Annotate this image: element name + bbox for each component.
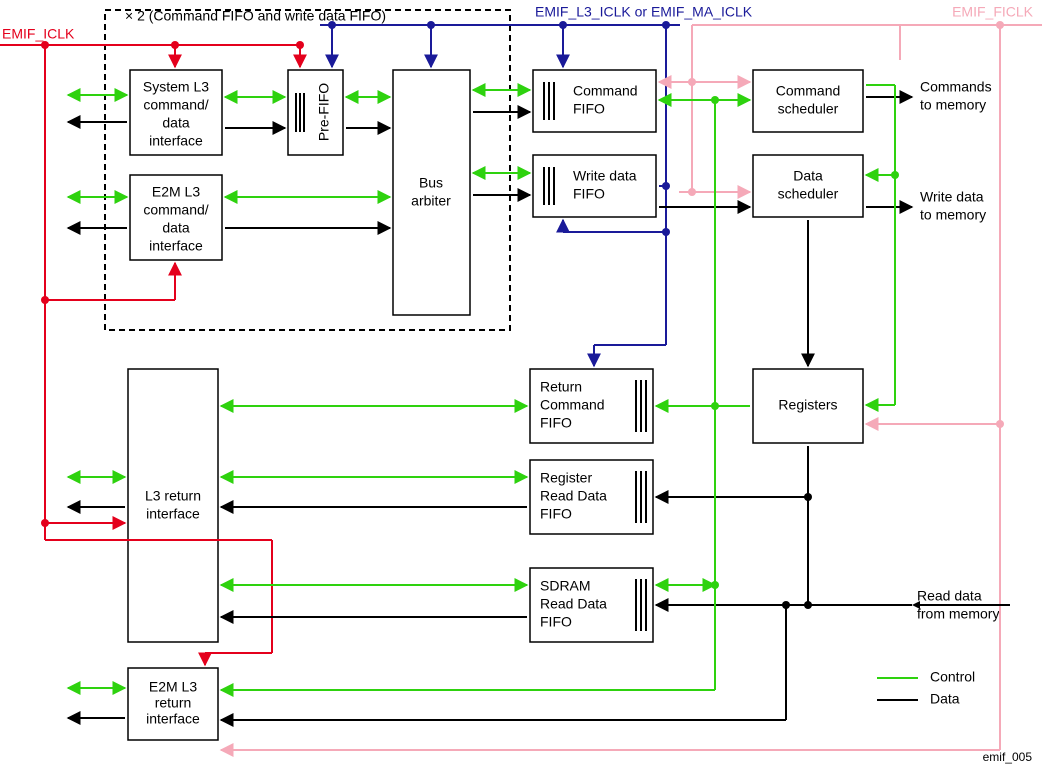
svg-text:to memory: to memory: [920, 97, 986, 113]
register-read-data-fifo-block: Register Read Data FIFO: [530, 460, 653, 534]
svg-text:data: data: [162, 115, 189, 131]
write-data-to-memory-label: Write data: [920, 189, 984, 205]
svg-text:Pre-FIFO: Pre-FIFO: [316, 83, 332, 141]
bus-arbiter-block: Bus arbiter: [393, 70, 470, 315]
sdram-read-data-fifo-block: SDRAM Read Data FIFO: [530, 568, 653, 642]
svg-text:Command: Command: [573, 83, 638, 99]
svg-text:scheduler: scheduler: [778, 186, 839, 202]
svg-text:scheduler: scheduler: [778, 101, 839, 117]
system-l3-block: System L3 command/ data interface: [130, 70, 222, 155]
l3-return-links: [221, 406, 527, 617]
clock-emif-ficlk: EMIF_FICLK: [952, 4, 1034, 20]
svg-text:interface: interface: [149, 238, 203, 254]
return-cmd-fifo-block: Return Command FIFO: [530, 369, 653, 443]
svg-text:Return: Return: [540, 379, 582, 395]
svg-text:interface: interface: [149, 133, 203, 149]
svg-text:to memory: to memory: [920, 207, 986, 223]
footer-id: emif_005: [983, 750, 1033, 764]
svg-text:Command: Command: [540, 397, 605, 413]
svg-text:interface: interface: [146, 711, 200, 727]
e2m-return-block: E2M L3 return interface: [128, 668, 218, 740]
svg-text:Write data: Write data: [573, 168, 637, 184]
l3-return-block: L3 return interface: [128, 369, 218, 642]
svg-text:Read Data: Read Data: [540, 596, 607, 612]
command-fifo-block: Command FIFO: [533, 70, 656, 132]
clock-emif-iclk: EMIF_ICLK: [2, 26, 75, 42]
svg-text:interface: interface: [146, 506, 200, 522]
svg-text:E2M L3: E2M L3: [152, 184, 200, 200]
fifos-to-schedulers: [659, 100, 750, 207]
read-data-from-memory-label: Read data: [917, 588, 982, 604]
svg-text:E2M L3: E2M L3: [149, 679, 197, 695]
write-data-fifo-block: Write data FIFO: [533, 155, 656, 217]
svg-text:L3 return: L3 return: [145, 488, 201, 504]
legend: Control Data: [877, 669, 975, 707]
svg-text:FIFO: FIFO: [573, 101, 605, 117]
svg-text:FIFO: FIFO: [573, 186, 605, 202]
svg-text:Command: Command: [776, 83, 841, 99]
svg-text:from memory: from memory: [917, 606, 999, 622]
svg-text:return: return: [155, 695, 192, 711]
data-scheduler-block: Data scheduler: [753, 155, 863, 217]
svg-text:Data: Data: [793, 168, 823, 184]
svg-text:data: data: [162, 220, 189, 236]
command-scheduler-block: Command scheduler: [753, 70, 863, 132]
svg-text:Read Data: Read Data: [540, 488, 607, 504]
svg-text:Registers: Registers: [778, 397, 837, 413]
svg-text:command/: command/: [143, 202, 208, 218]
svg-text:Data: Data: [930, 691, 960, 707]
x2-label: × 2 (Command FIFO and write data FIFO): [125, 8, 386, 24]
svg-text:FIFO: FIFO: [540, 506, 572, 522]
svg-text:System L3: System L3: [143, 79, 209, 95]
svg-text:Control: Control: [930, 669, 975, 685]
arbiter-to-fifos: [473, 90, 530, 195]
left-stubs: [68, 95, 127, 718]
svg-text:arbiter: arbiter: [411, 193, 451, 209]
commands-to-memory-label: Commands: [920, 79, 992, 95]
svg-text:SDRAM: SDRAM: [540, 578, 591, 594]
e2m-return-links: [221, 601, 790, 720]
svg-text:Register: Register: [540, 470, 592, 486]
clock-emif-l3-iclk: EMIF_L3_ICLK or EMIF_MA_ICLK: [535, 4, 753, 20]
e2m-l3-block: E2M L3 command/ data interface: [130, 175, 222, 260]
svg-text:Bus: Bus: [419, 175, 443, 191]
svg-text:FIFO: FIFO: [540, 415, 572, 431]
svg-text:command/: command/: [143, 97, 208, 113]
pre-fifo-block: Pre-FIFO: [288, 70, 343, 155]
registers-block: Registers: [753, 369, 863, 443]
svg-text:FIFO: FIFO: [540, 614, 572, 630]
schedulers-out: [866, 97, 912, 207]
